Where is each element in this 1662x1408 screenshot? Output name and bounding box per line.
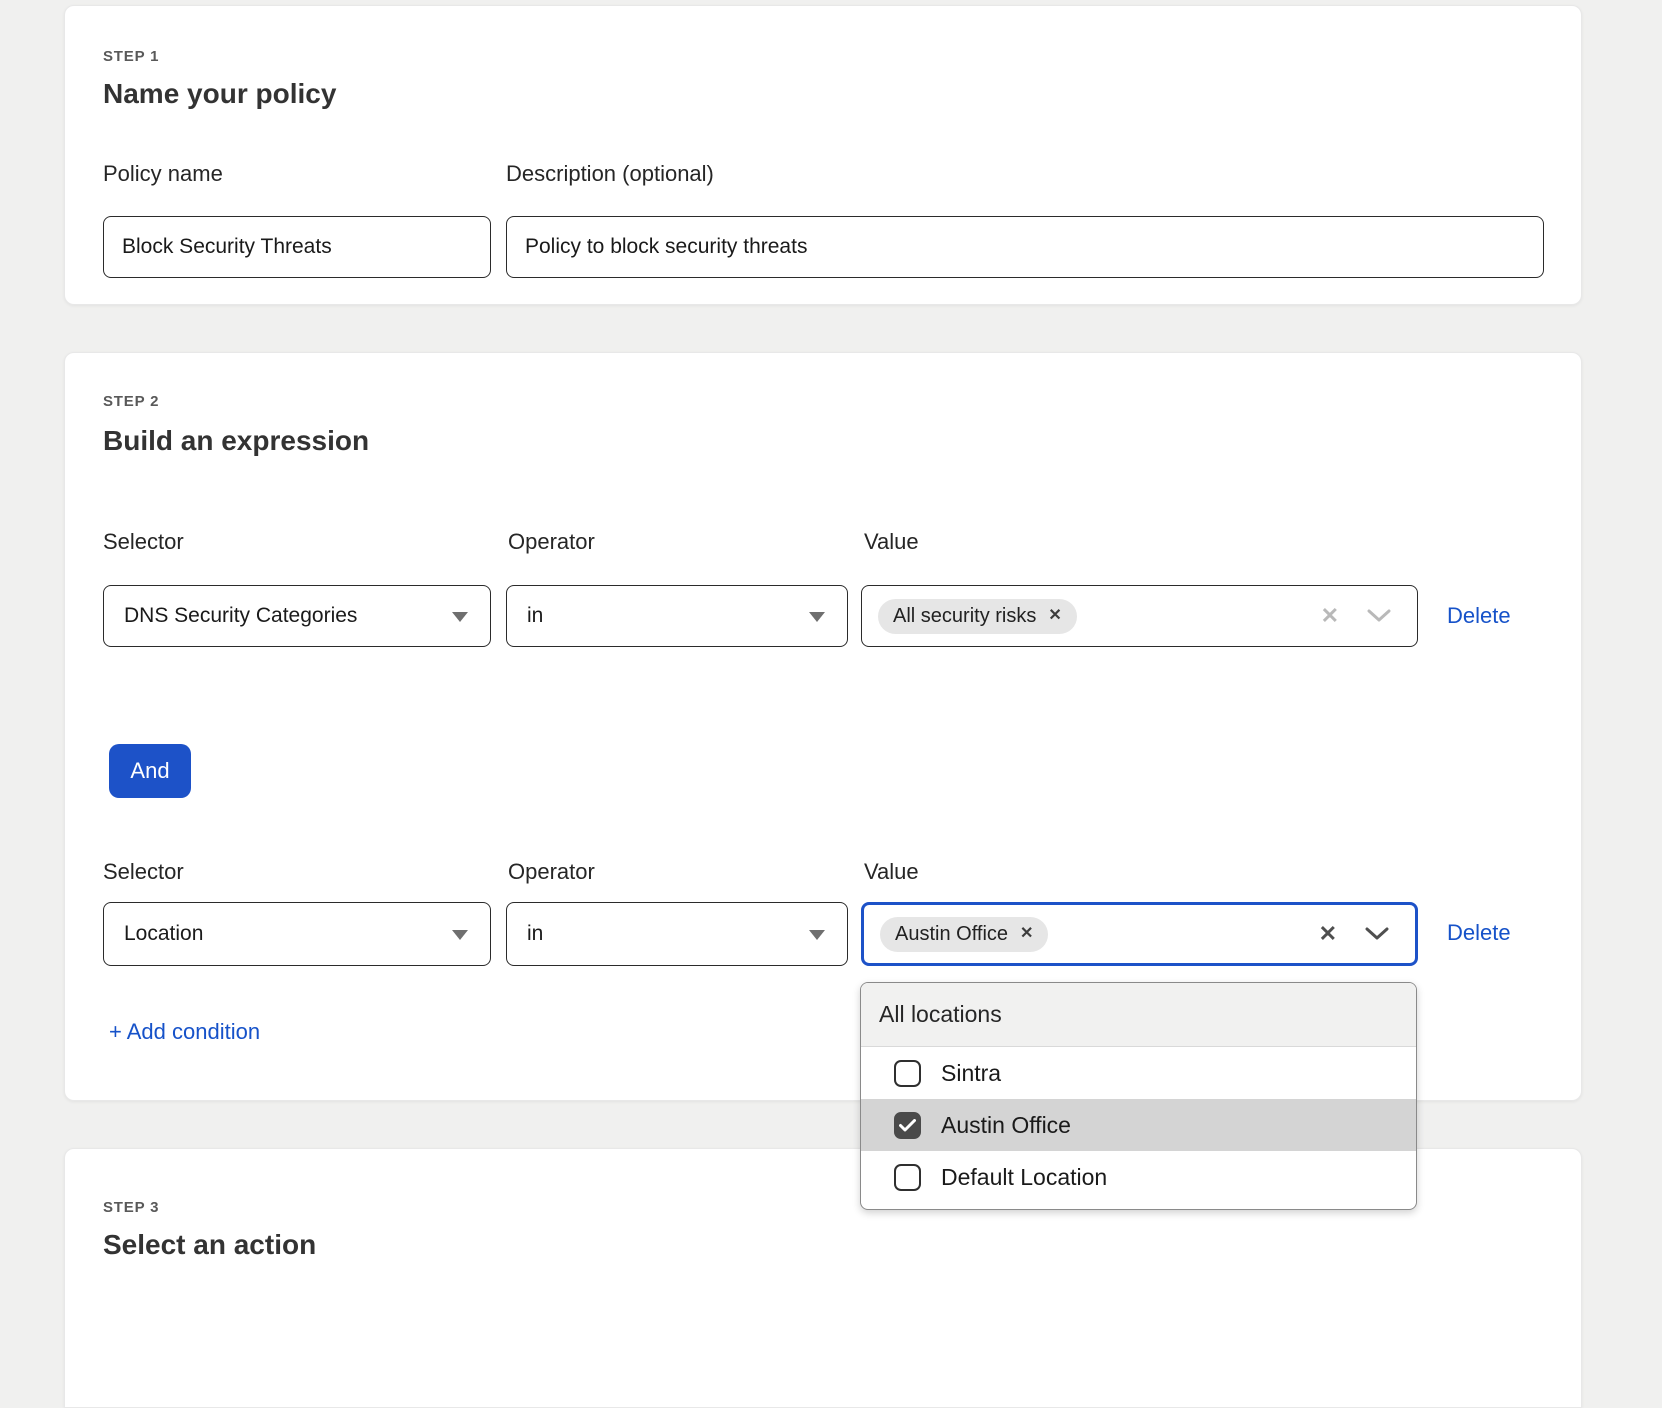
location-options-dropdown: All locations Sintra Austin Office Defau… [860, 982, 1417, 1210]
selector-column-label: Selector [103, 859, 184, 885]
policy-name-input[interactable] [103, 216, 491, 278]
operator-value: in [527, 922, 543, 946]
dropdown-arrow-icon [809, 612, 825, 622]
checkbox[interactable] [894, 1112, 921, 1139]
chip-label: Austin Office [895, 923, 1008, 946]
delete-condition-button[interactable]: Delete [1447, 920, 1511, 946]
operator-column-label: Operator [508, 529, 595, 555]
checkmark-icon [899, 1119, 916, 1132]
chevron-down-icon[interactable] [1367, 609, 1391, 623]
option-label: Default Location [941, 1164, 1107, 1191]
value-chip: All security risks ✕ [878, 599, 1077, 634]
clear-values-icon[interactable]: ✕ [1319, 923, 1337, 945]
dropdown-group-header: All locations [861, 983, 1416, 1047]
checkbox[interactable] [894, 1164, 921, 1191]
selector-column-label: Selector [103, 529, 184, 555]
selector-value: DNS Security Categories [124, 604, 357, 628]
step2-label: STEP 2 [103, 393, 159, 410]
option-label: Austin Office [941, 1112, 1071, 1139]
value-multiselect[interactable]: Austin Office ✕ ✕ [861, 902, 1418, 966]
selector-value: Location [124, 922, 203, 946]
value-chip: Austin Office ✕ [880, 917, 1048, 952]
description-label: Description (optional) [506, 161, 714, 187]
location-option-default-location[interactable]: Default Location [861, 1151, 1416, 1203]
step3-label: STEP 3 [103, 1199, 159, 1216]
step2-title: Build an expression [103, 425, 369, 457]
value-column-label: Value [864, 859, 919, 885]
value-multiselect[interactable]: All security risks ✕ ✕ [861, 585, 1418, 647]
checkbox[interactable] [894, 1060, 921, 1087]
and-button[interactable]: And [109, 744, 191, 798]
chip-label: All security risks [893, 605, 1036, 628]
remove-chip-icon[interactable]: ✕ [1048, 608, 1061, 624]
chevron-down-icon[interactable] [1365, 927, 1389, 941]
description-input[interactable] [506, 216, 1544, 278]
step1-card: STEP 1 Name your policy Policy name Desc… [64, 5, 1582, 305]
dropdown-arrow-icon [452, 930, 468, 940]
location-option-austin-office[interactable]: Austin Office [861, 1099, 1416, 1151]
step3-title: Select an action [103, 1229, 316, 1261]
operator-dropdown[interactable]: in [506, 902, 848, 966]
selector-dropdown[interactable]: Location [103, 902, 491, 966]
remove-chip-icon[interactable]: ✕ [1020, 926, 1033, 942]
value-column-label: Value [864, 529, 919, 555]
selector-dropdown[interactable]: DNS Security Categories [103, 585, 491, 647]
operator-value: in [527, 604, 543, 628]
step1-label: STEP 1 [103, 48, 159, 65]
location-option-sintra[interactable]: Sintra [861, 1047, 1416, 1099]
option-label: Sintra [941, 1060, 1001, 1087]
delete-condition-button[interactable]: Delete [1447, 603, 1511, 629]
operator-column-label: Operator [508, 859, 595, 885]
add-condition-link[interactable]: + Add condition [109, 1019, 260, 1045]
policy-name-label: Policy name [103, 161, 223, 187]
dropdown-arrow-icon [809, 930, 825, 940]
clear-values-icon[interactable]: ✕ [1321, 605, 1339, 627]
step1-title: Name your policy [103, 78, 336, 110]
operator-dropdown[interactable]: in [506, 585, 848, 647]
dropdown-arrow-icon [452, 612, 468, 622]
